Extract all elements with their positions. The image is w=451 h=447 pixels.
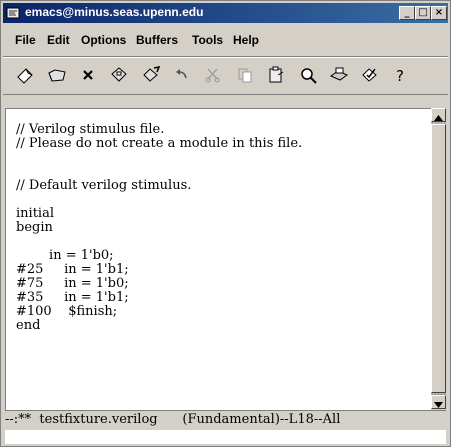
svg-text:?: ? — [396, 67, 404, 85]
save-as-icon[interactable] — [140, 64, 162, 86]
arrow-up-icon — [434, 115, 443, 121]
code-text: // Verilog stimulus file. // Please do n… — [16, 123, 302, 333]
cut-icon[interactable] — [202, 64, 224, 86]
code-line: #35 in = 1'b1; — [16, 290, 129, 305]
help-icon[interactable]: ? — [390, 64, 412, 86]
menu-help[interactable]: Help — [233, 33, 259, 47]
header-line — [3, 94, 448, 107]
search-icon[interactable] — [297, 64, 319, 86]
editor-buffer[interactable]: // Verilog stimulus file. // Please do n… — [5, 108, 431, 410]
scroll-up-arrow[interactable] — [431, 108, 446, 122]
code-line: begin — [16, 220, 53, 235]
print-icon[interactable] — [328, 64, 350, 86]
vertical-scrollbar[interactable] — [431, 108, 446, 409]
code-line: #25 in = 1'b1; — [16, 262, 129, 277]
code-line: // Please do not create a module in this… — [16, 136, 303, 151]
menu-file[interactable]: File — [15, 33, 36, 47]
maximize-button[interactable]: □ — [415, 6, 431, 20]
tool-bar: ? — [3, 58, 448, 92]
title-bar[interactable]: emacs@minus.seas.upenn.edu _ □ × — [3, 3, 448, 23]
emacs-app-icon — [6, 7, 20, 19]
preferences-icon[interactable] — [359, 64, 381, 86]
minibuffer[interactable] — [5, 430, 446, 444]
code-line: #75 in = 1'b0; — [16, 276, 129, 291]
scroll-thumb[interactable] — [431, 124, 446, 393]
code-line: end — [16, 318, 41, 333]
paste-icon[interactable] — [265, 64, 287, 86]
code-line: // Default verilog stimulus. — [16, 178, 192, 193]
menu-edit[interactable]: Edit — [47, 33, 70, 47]
undo-icon[interactable] — [171, 64, 193, 86]
minimize-button[interactable]: _ — [399, 6, 415, 20]
window-title: emacs@minus.seas.upenn.edu — [25, 5, 204, 19]
close-button[interactable]: × — [431, 6, 447, 20]
mode-line: --:** testfixture.verilog (Fundamental)-… — [5, 410, 446, 429]
menu-buffers[interactable]: Buffers — [136, 33, 178, 47]
code-line: #100 $finish; — [16, 304, 118, 319]
save-disk-icon[interactable] — [108, 64, 130, 86]
code-line: in = 1'b0; — [16, 248, 114, 263]
close-x-icon[interactable] — [77, 64, 99, 86]
menu-bar: File Edit Options Buffers Tools Help — [3, 27, 448, 53]
code-line: // Verilog stimulus file. — [16, 122, 165, 137]
scroll-down-arrow[interactable] — [431, 395, 446, 409]
code-line: initial — [16, 206, 54, 221]
copy-icon[interactable] — [234, 64, 256, 86]
new-file-icon[interactable] — [14, 64, 36, 86]
menu-tools[interactable]: Tools — [192, 33, 223, 47]
open-folder-icon[interactable] — [46, 64, 68, 86]
menu-options[interactable]: Options — [81, 33, 126, 47]
emacs-window: emacs@minus.seas.upenn.edu _ □ × File Ed… — [0, 0, 451, 447]
